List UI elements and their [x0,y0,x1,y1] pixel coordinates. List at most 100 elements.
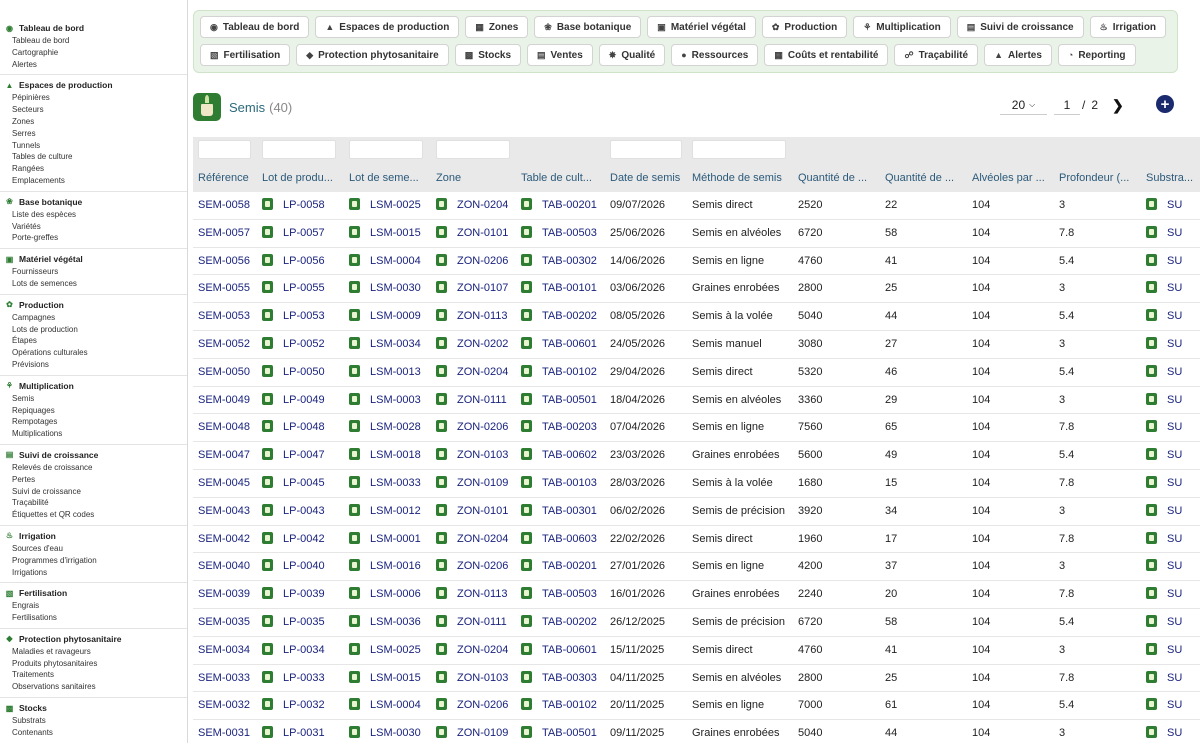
sidebar-group-header[interactable]: ◉ Tableau de bord [0,21,187,35]
table-cell[interactable]: SU [1146,220,1200,248]
table-cell[interactable]: TAB-00601 [521,331,607,359]
table-cell[interactable]: LP-0049 [262,387,346,415]
table-cell[interactable]: LP-0045 [262,470,346,498]
table-row[interactable]: SEM-0045 LP-0045 LSM-0033 ZON-0109 TAB-00103… [193,470,1200,498]
column-filter-input[interactable] [262,140,336,159]
sidebar-item[interactable]: Secteurs [0,104,187,116]
module-nav-button[interactable]: ❀ Base botanique [534,16,642,38]
table-cell[interactable]: LSM-0013 [349,359,433,387]
sidebar-group-header[interactable]: ◆ Protection phytosanitaire [0,632,187,646]
table-cell[interactable]: TAB-00102 [521,359,607,387]
sidebar-group-header[interactable]: ▩ Stocks [0,701,187,715]
sidebar-item[interactable]: Engrais [0,600,187,612]
table-cell[interactable]: LP-0058 [262,192,346,220]
table-row[interactable]: SEM-0058 LP-0058 LSM-0025 ZON-0204 TAB-00201… [193,192,1200,220]
table-cell[interactable]: LSM-0004 [349,248,433,276]
table-cell[interactable]: SU [1146,720,1200,743]
table-cell[interactable]: TAB-00202 [521,609,607,637]
table-cell[interactable]: SU [1146,637,1200,665]
table-cell[interactable]: LSM-0016 [349,553,433,581]
module-nav-button[interactable]: ▲ Espaces de production [315,16,460,38]
module-nav-button[interactable]: ◆ Protection phytosanitaire [296,44,449,66]
column-filter-input[interactable] [198,140,251,159]
table-cell[interactable]: TAB-00301 [521,498,607,526]
table-cell[interactable]: SU [1146,248,1200,276]
table-cell[interactable]: SU [1146,192,1200,220]
module-nav-button[interactable]: ▩ Stocks [454,44,522,66]
next-page-button[interactable]: ❯ [1112,97,1124,114]
table-cell[interactable]: SU [1146,526,1200,554]
table-cell[interactable]: LSM-0012 [349,498,433,526]
table-cell[interactable]: ZON-0101 [436,220,518,248]
sidebar-group-header[interactable]: ✿ Production [0,298,187,312]
table-cell[interactable]: SEM-0057 [198,220,258,248]
module-nav-button[interactable]: ⚘ Multiplication [853,16,951,38]
table-cell[interactable]: LP-0042 [262,526,346,554]
sidebar-item[interactable]: Rempotages [0,416,187,428]
column-header[interactable]: Table de cult... [521,172,607,184]
table-cell[interactable]: ZON-0206 [436,553,518,581]
table-cell[interactable]: TAB-00601 [521,637,607,665]
table-row[interactable]: SEM-0039 LP-0039 LSM-0006 ZON-0113 TAB-00503… [193,581,1200,609]
sidebar-group-header[interactable]: ⚘ Multiplication [0,379,187,393]
column-filter-input[interactable] [610,140,682,159]
table-cell[interactable]: SEM-0058 [198,192,258,220]
table-cell[interactable]: LSM-0028 [349,414,433,442]
table-cell[interactable]: LSM-0009 [349,303,433,331]
table-cell[interactable]: TAB-00102 [521,692,607,720]
table-cell[interactable]: SEM-0053 [198,303,258,331]
sidebar-item[interactable]: Lots de semences [0,278,187,290]
module-nav-button[interactable]: ▣ Matériel végétal [647,16,756,38]
table-cell[interactable]: ZON-0109 [436,720,518,743]
page-size-select[interactable]: 20 ⌵ [1000,95,1047,115]
table-cell[interactable]: SEM-0035 [198,609,258,637]
table-row[interactable]: SEM-0057 LP-0057 LSM-0015 ZON-0101 TAB-00503… [193,220,1200,248]
sidebar-item[interactable]: Tableau de bord [0,35,187,47]
table-cell[interactable]: TAB-00501 [521,720,607,743]
table-cell[interactable]: SEM-0042 [198,526,258,554]
module-nav-button[interactable]: ● Ressources [671,44,759,66]
table-row[interactable]: SEM-0035 LP-0035 LSM-0036 ZON-0111 TAB-00202… [193,609,1200,637]
table-cell[interactable]: LP-0040 [262,553,346,581]
table-cell[interactable]: SEM-0040 [198,553,258,581]
module-nav-button[interactable]: ♨ Irrigation [1089,16,1167,38]
table-row[interactable]: SEM-0043 LP-0043 LSM-0012 ZON-0101 TAB-00301… [193,498,1200,526]
table-cell[interactable]: SEM-0043 [198,498,258,526]
sidebar-item[interactable]: Semis [0,393,187,405]
table-cell[interactable]: LSM-0030 [349,720,433,743]
table-cell[interactable]: LSM-0001 [349,526,433,554]
sidebar-item[interactable]: Tunnels [0,140,187,152]
column-filter-input[interactable] [692,140,786,159]
table-row[interactable]: SEM-0048 LP-0048 LSM-0028 ZON-0206 TAB-00203… [193,414,1200,443]
table-row[interactable]: SEM-0031 LP-0031 LSM-0030 ZON-0109 TAB-00501… [193,720,1200,743]
table-cell[interactable]: LSM-0018 [349,442,433,470]
sidebar-item[interactable]: Porte-greffes [0,232,187,244]
sidebar-item[interactable]: Campagnes [0,312,187,324]
table-cell[interactable]: LP-0048 [262,414,346,442]
table-cell[interactable]: LP-0035 [262,609,346,637]
module-nav-button[interactable]: ▤ Ventes [527,44,593,66]
table-cell[interactable]: ZON-0103 [436,665,518,693]
sidebar-item[interactable]: Tables de culture [0,151,187,163]
table-cell[interactable]: SEM-0047 [198,442,258,470]
table-cell[interactable]: LP-0057 [262,220,346,248]
module-nav-button[interactable]: ✸ Qualité [598,44,666,66]
table-cell[interactable]: ZON-0206 [436,414,518,442]
sidebar-group-header[interactable]: ▤ Suivi de croissance [0,448,187,462]
sidebar-item[interactable]: Rangées [0,163,187,175]
table-cell[interactable]: SU [1146,275,1200,303]
table-cell[interactable]: ZON-0206 [436,692,518,720]
table-cell[interactable]: SU [1146,414,1200,442]
column-header[interactable]: Profondeur (... [1059,172,1143,184]
table-cell[interactable]: TAB-00503 [521,581,607,609]
module-nav-button[interactable]: ▦ Coûts et rentabilité [764,44,889,66]
table-cell[interactable]: LP-0043 [262,498,346,526]
sidebar-item[interactable]: Lots de production [0,324,187,336]
table-row[interactable]: SEM-0047 LP-0047 LSM-0018 ZON-0103 TAB-00602… [193,442,1200,470]
table-row[interactable]: SEM-0032 LP-0032 LSM-0004 ZON-0206 TAB-00102… [193,692,1200,721]
table-cell[interactable]: LP-0031 [262,720,346,743]
table-cell[interactable]: LSM-0004 [349,692,433,720]
table-cell[interactable]: SEM-0050 [198,359,258,387]
sidebar-item[interactable]: Maladies et ravageurs [0,646,187,658]
table-cell[interactable]: LSM-0015 [349,665,433,693]
